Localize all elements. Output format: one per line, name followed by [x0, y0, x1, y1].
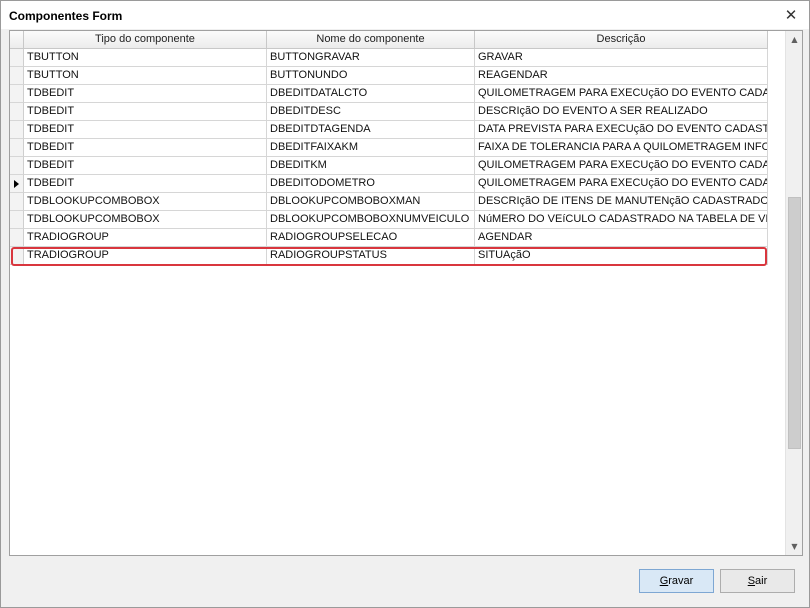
table-row[interactable]: TDBEDIT DBEDITODOMETRO QUILOMETRAGEM PARA … [10, 175, 768, 193]
window-title: Componentes Form [9, 9, 123, 23]
row-indicator-cell[interactable] [10, 193, 24, 211]
cell-nome[interactable]: DBLOOKUPCOMBOBOXNUMVEICULO [267, 211, 475, 229]
cell-nome[interactable]: DBEDITFAIXAKM [267, 139, 475, 157]
save-button[interactable]: Gravar [639, 569, 714, 593]
save-button-label: Gravar [659, 575, 694, 587]
table-row[interactable]: TDBEDIT DBEDITFAIXAKM FAIXA DE TOLERANCIA … [10, 139, 768, 157]
scrollbar-thumb[interactable] [788, 197, 801, 449]
components-grid: Tipo do componente Nome do componente De… [9, 30, 803, 556]
title-bar: Componentes Form ✕ [1, 1, 809, 29]
row-indicator-cell[interactable] [10, 139, 24, 157]
table-row[interactable]: TRADIOGROUP RADIOGROUPSELECAO AGENDAR [10, 229, 768, 247]
exit-button[interactable]: Sair [720, 569, 795, 593]
caret-right-icon [14, 180, 19, 188]
table-row[interactable]: TRADIOGROUP RADIOGROUPSTATUS SITUAçãO [10, 247, 768, 265]
cell-tipo[interactable]: TBUTTON [24, 49, 267, 67]
cell-descricao[interactable]: DESCRIçãO DE ITENS DE MANUTENçãO CADASTR… [475, 193, 768, 211]
cell-descricao[interactable]: GRAVAR [475, 49, 768, 67]
table-row[interactable]: TDBLOOKUPCOMBOBOX DBLOOKUPCOMBOBOXMAN DESC… [10, 193, 768, 211]
cell-nome[interactable]: BUTTONUNDO [267, 67, 475, 85]
table-row[interactable]: TBUTTON BUTTONUNDO REAGENDAR [10, 67, 768, 85]
cell-descricao[interactable]: FAIXA DE TOLERANCIA PARA A QUILOMETRAGEM… [475, 139, 768, 157]
cell-nome[interactable]: DBEDITDTAGENDA [267, 121, 475, 139]
arrow-up-icon[interactable]: ▲ [787, 32, 802, 47]
cell-nome[interactable]: DBEDITKM [267, 157, 475, 175]
table-row[interactable]: TBUTTON BUTTONGRAVAR GRAVAR [10, 49, 768, 67]
row-indicator-cell[interactable] [10, 49, 24, 67]
cell-descricao[interactable]: QUILOMETRAGEM PARA EXECUçãO DO EVENTO CA… [475, 157, 768, 175]
exit-button-label: Sair [747, 575, 768, 587]
cell-tipo[interactable]: TDBEDIT [24, 85, 267, 103]
row-indicator-cell[interactable] [10, 85, 24, 103]
cell-tipo[interactable]: TDBEDIT [24, 157, 267, 175]
row-indicator-cell[interactable] [10, 67, 24, 85]
cell-descricao[interactable]: NúMERO DO VEíCULO CADASTRADO NA TABELA D… [475, 211, 768, 229]
cell-descricao[interactable]: DESCRIçãO DO EVENTO A SER REALIZADO [475, 103, 768, 121]
row-indicator-cell[interactable] [10, 103, 24, 121]
table-row[interactable]: TDBEDIT DBEDITKM QUILOMETRAGEM PARA EXECUç… [10, 157, 768, 175]
cell-tipo[interactable]: TDBEDIT [24, 103, 267, 121]
row-indicator-cell[interactable] [10, 229, 24, 247]
cell-tipo[interactable]: TDBEDIT [24, 121, 267, 139]
dialog-window: Componentes Form ✕ Tipo do componente No… [0, 0, 810, 608]
cell-nome[interactable]: BUTTONGRAVAR [267, 49, 475, 67]
cell-descricao[interactable]: QUILOMETRAGEM PARA EXECUçãO DO EVENTO CA… [475, 175, 768, 193]
header-indicator-cell [10, 31, 24, 49]
cell-nome[interactable]: DBLOOKUPCOMBOBOXMAN [267, 193, 475, 211]
row-indicator-cell[interactable] [10, 175, 24, 193]
cell-descricao[interactable]: SITUAçãO [475, 247, 768, 265]
cell-tipo[interactable]: TRADIOGROUP [24, 229, 267, 247]
cell-nome[interactable]: DBEDITDATALCTO [267, 85, 475, 103]
cell-tipo[interactable]: TDBEDIT [24, 175, 267, 193]
row-indicator-cell[interactable] [10, 211, 24, 229]
table-row[interactable]: TDBEDIT DBEDITDTAGENDA DATA PREVISTA PARA … [10, 121, 768, 139]
column-header-tipo[interactable]: Tipo do componente [24, 31, 267, 49]
vertical-scrollbar[interactable]: ▲ ▼ [785, 31, 802, 555]
cell-nome[interactable]: DBEDITDESC [267, 103, 475, 121]
cell-nome[interactable]: RADIOGROUPSTATUS [267, 247, 475, 265]
row-indicator-cell[interactable] [10, 157, 24, 175]
column-header-nome[interactable]: Nome do componente [267, 31, 475, 49]
cell-tipo[interactable]: TDBLOOKUPCOMBOBOX [24, 211, 267, 229]
grid-rows: TBUTTON BUTTONGRAVAR GRAVAR TBUTTON BUTTONUN… [10, 49, 768, 265]
table-row[interactable]: TDBLOOKUPCOMBOBOX DBLOOKUPCOMBOBOXNUMVEIC… [10, 211, 768, 229]
row-indicator-cell[interactable] [10, 247, 24, 265]
cell-nome[interactable]: RADIOGROUPSELECAO [267, 229, 475, 247]
cell-tipo[interactable]: TDBEDIT [24, 139, 267, 157]
table-row[interactable]: TDBEDIT DBEDITDATALCTO QUILOMETRAGEM PARA … [10, 85, 768, 103]
row-indicator-cell[interactable] [10, 121, 24, 139]
cell-descricao[interactable]: REAGENDAR [475, 67, 768, 85]
cell-descricao[interactable]: AGENDAR [475, 229, 768, 247]
cell-tipo[interactable]: TDBLOOKUPCOMBOBOX [24, 193, 267, 211]
cell-nome[interactable]: DBEDITODOMETRO [267, 175, 475, 193]
cell-descricao[interactable]: QUILOMETRAGEM PARA EXECUçãO DO EVENTO CA… [475, 85, 768, 103]
table-row[interactable]: TDBEDIT DBEDITDESC DESCRIçãO DO EVENTO A S… [10, 103, 768, 121]
column-header-descricao[interactable]: Descrição [475, 31, 768, 49]
cell-tipo[interactable]: TBUTTON [24, 67, 267, 85]
grid-header: Tipo do componente Nome do componente De… [10, 31, 768, 49]
close-icon[interactable]: ✕ [783, 7, 799, 23]
arrow-down-icon[interactable]: ▼ [787, 539, 802, 554]
cell-descricao[interactable]: DATA PREVISTA PARA EXECUçãO DO EVENTO CA… [475, 121, 768, 139]
cell-tipo[interactable]: TRADIOGROUP [24, 247, 267, 265]
